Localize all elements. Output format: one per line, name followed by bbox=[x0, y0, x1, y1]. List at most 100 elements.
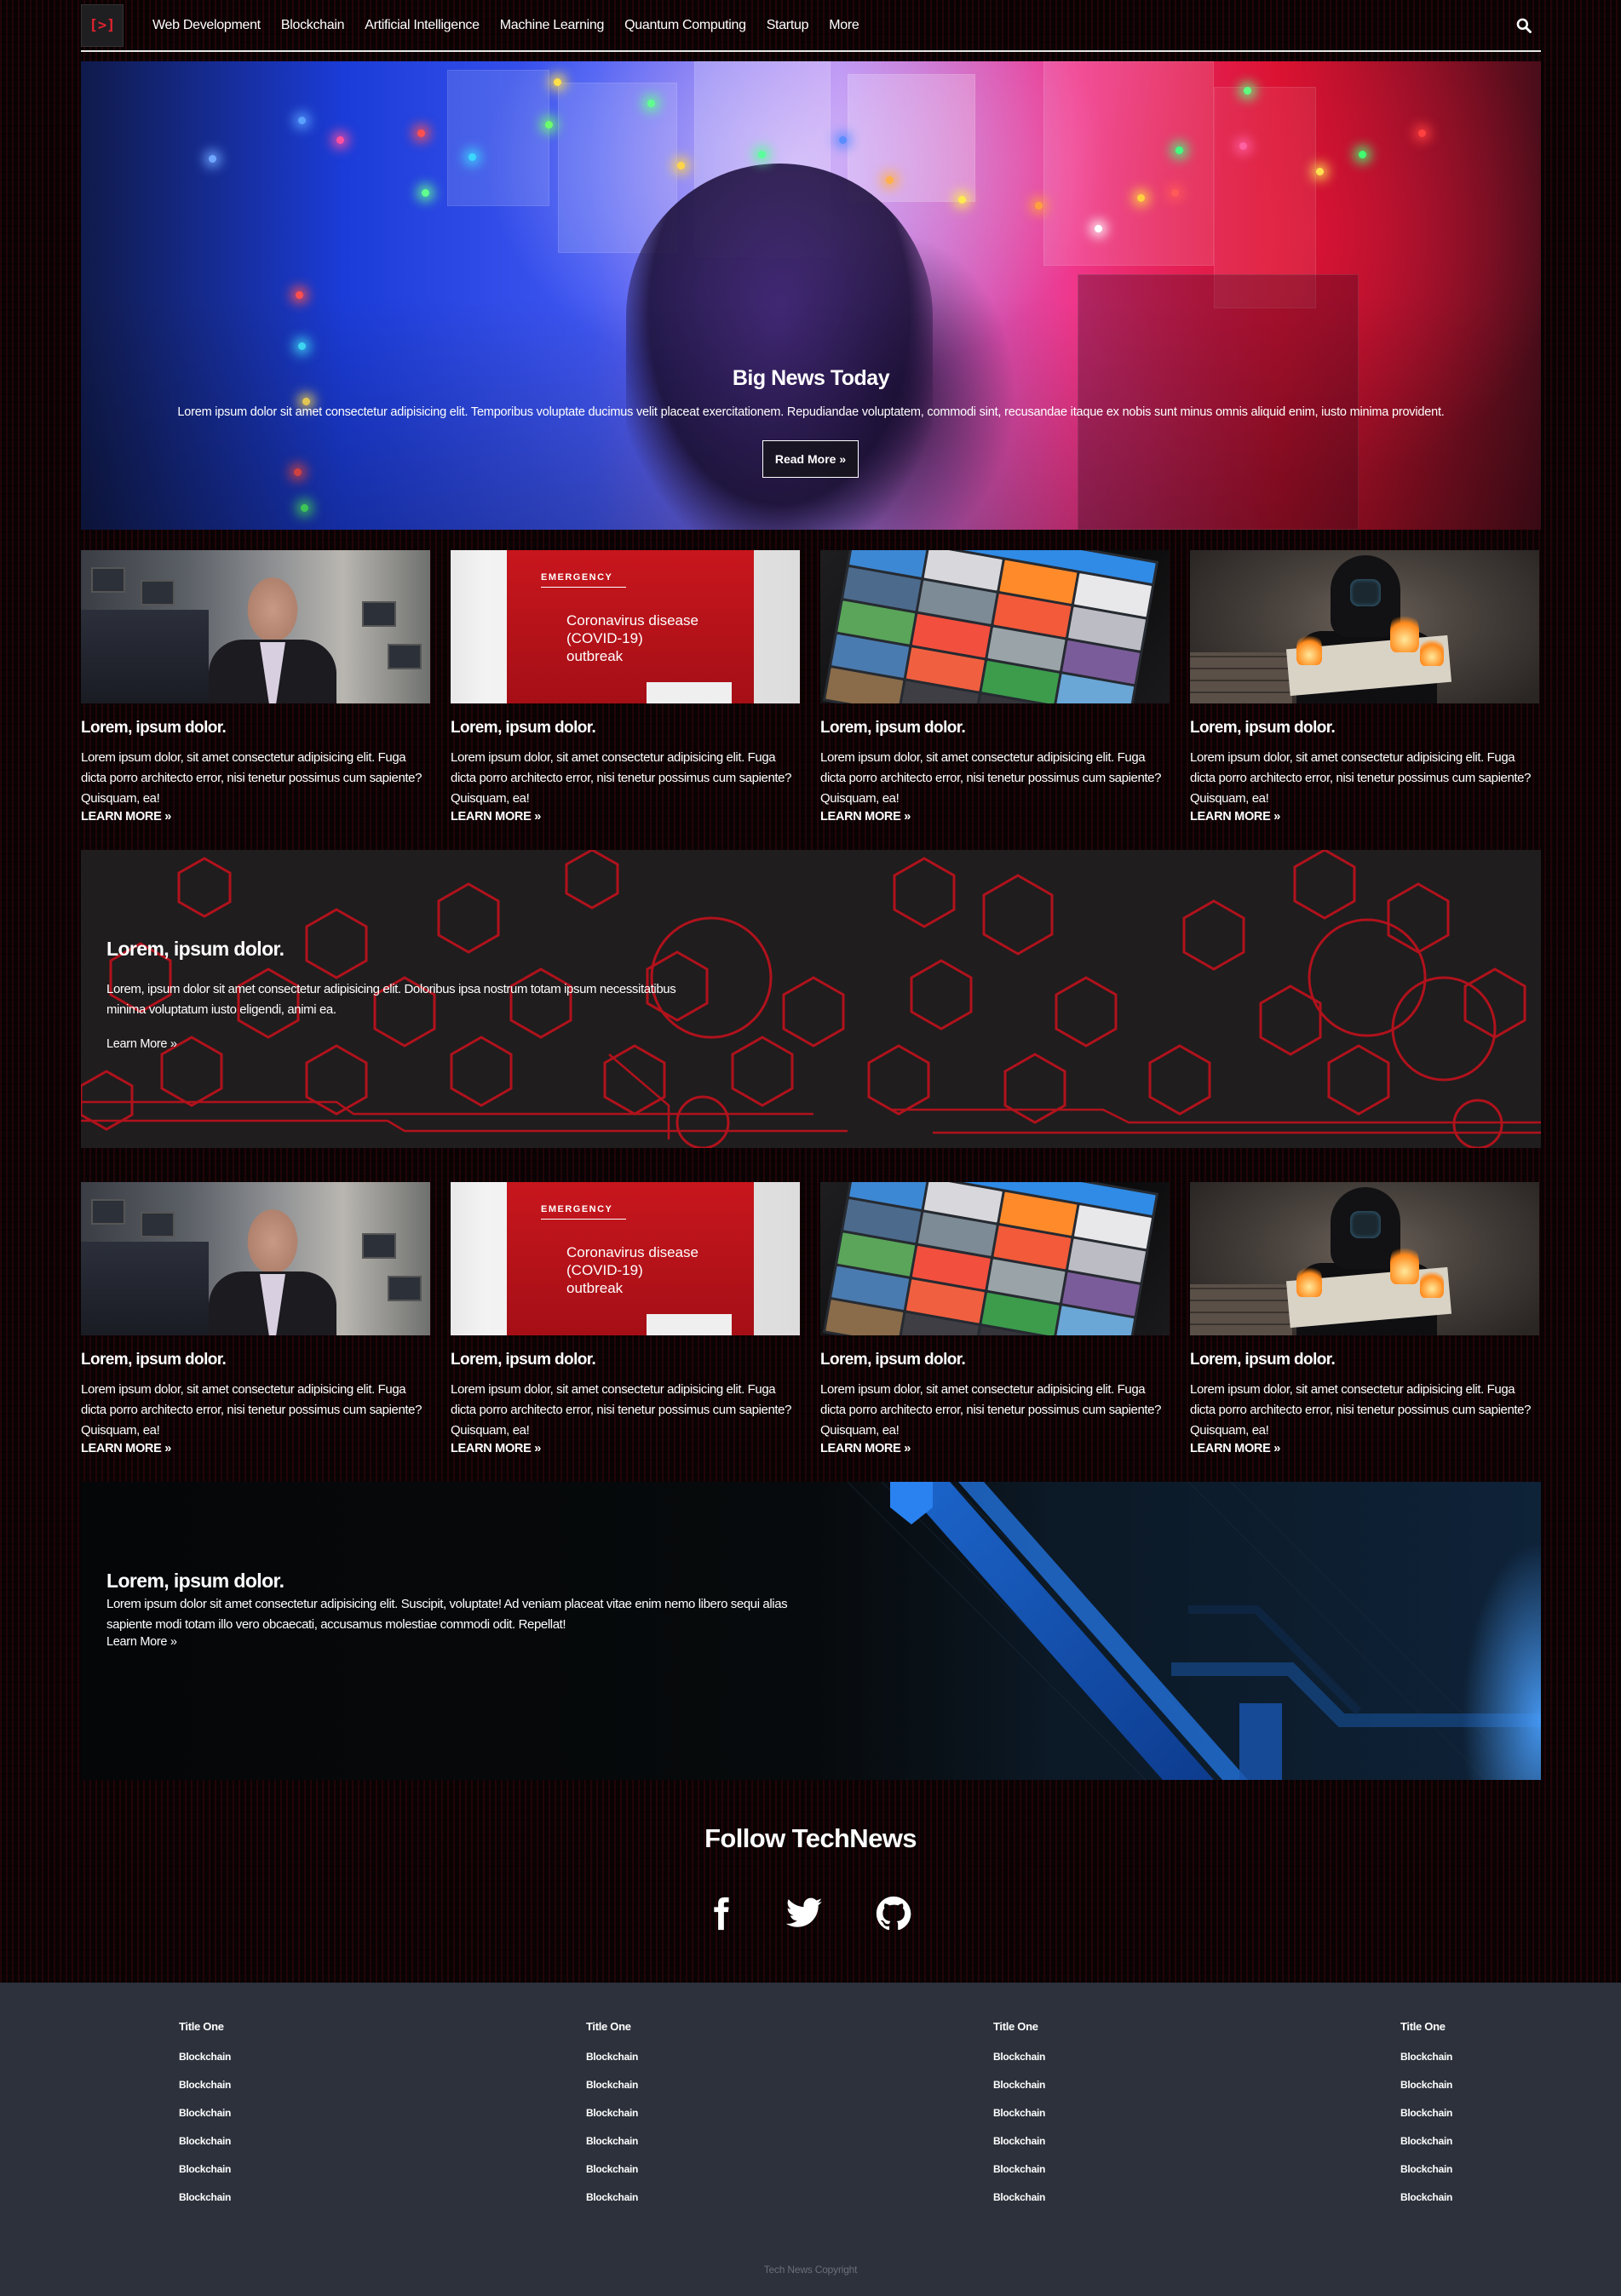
footer-column: Title One Blockchain Blockchain Blockcha… bbox=[993, 2020, 1164, 2206]
footer-link[interactable]: Blockchain bbox=[179, 2104, 349, 2121]
footer-link[interactable]: Blockchain bbox=[1400, 2076, 1571, 2093]
learn-more-link[interactable]: LEARN MORE » bbox=[451, 810, 541, 824]
footer-column-title: Title One bbox=[179, 2020, 224, 2033]
footer-column-title: Title One bbox=[586, 2020, 631, 2033]
card: Lorem, ipsum dolor. Lorem ipsum dolor, s… bbox=[81, 550, 430, 824]
footer-link[interactable]: Blockchain bbox=[586, 2048, 756, 2065]
card-text: Lorem ipsum dolor, sit amet consectetur … bbox=[820, 1382, 1162, 1438]
read-more-button[interactable]: Read More » bbox=[762, 440, 859, 478]
card: Lorem, ipsum dolor. Lorem ipsum dolor, s… bbox=[1190, 550, 1539, 824]
card-title: Lorem, ipsum dolor. bbox=[820, 1351, 966, 1369]
footer-link[interactable]: Blockchain bbox=[1400, 2189, 1571, 2206]
twitter-icon[interactable] bbox=[783, 1892, 825, 1935]
card-text: Lorem ipsum dolor, sit amet consectetur … bbox=[820, 750, 1162, 806]
card-title: Lorem, ipsum dolor. bbox=[451, 719, 596, 737]
footer-link[interactable]: Blockchain bbox=[1400, 2132, 1571, 2150]
hero-banner: Big News Today Lorem ipsum dolor sit ame… bbox=[81, 61, 1541, 530]
facebook-icon[interactable] bbox=[699, 1892, 742, 1935]
banner-text: Lorem ipsum dolor sit amet consectetur a… bbox=[106, 1597, 788, 1632]
follow-title: Follow TechNews bbox=[704, 1823, 917, 1853]
card-title: Lorem, ipsum dolor. bbox=[1190, 1351, 1336, 1369]
footer-link[interactable]: Blockchain bbox=[993, 2076, 1164, 2093]
brand-logo[interactable]: [>] bbox=[81, 3, 124, 47]
footer-link[interactable]: Blockchain bbox=[179, 2189, 349, 2206]
footer-link[interactable]: Blockchain bbox=[993, 2161, 1164, 2178]
card-title: Lorem, ipsum dolor. bbox=[820, 719, 966, 737]
covid-sign-caption: Coronavirus disease (COVID-19) outbreak bbox=[566, 612, 698, 664]
card-text: Lorem ipsum dolor, sit amet consectetur … bbox=[81, 1382, 422, 1438]
footer-link[interactable]: Blockchain bbox=[586, 2104, 756, 2121]
card-title: Lorem, ipsum dolor. bbox=[81, 719, 227, 737]
card-text: Lorem ipsum dolor, sit amet consectetur … bbox=[1190, 1382, 1532, 1438]
hero-title: Big News Today bbox=[732, 366, 890, 390]
nav-item-web-development[interactable]: Web Development bbox=[152, 18, 261, 33]
footer-column: Title One Blockchain Blockchain Blockcha… bbox=[1400, 2020, 1571, 2206]
footer-link[interactable]: Blockchain bbox=[1400, 2104, 1571, 2121]
footer-link[interactable]: Blockchain bbox=[1400, 2048, 1571, 2065]
footer-link[interactable]: Blockchain bbox=[586, 2132, 756, 2150]
learn-more-link[interactable]: LEARN MORE » bbox=[820, 810, 911, 824]
footer-link[interactable]: Blockchain bbox=[586, 2161, 756, 2178]
learn-more-link[interactable]: LEARN MORE » bbox=[451, 1442, 541, 1455]
card: Lorem, ipsum dolor. Lorem ipsum dolor, s… bbox=[1190, 1182, 1539, 1456]
cards-row-1: Lorem, ipsum dolor. Lorem ipsum dolor, s… bbox=[81, 550, 1541, 840]
nav-item-artificial-intelligence[interactable]: Artificial Intelligence bbox=[365, 18, 480, 33]
learn-more-link[interactable]: LEARN MORE » bbox=[81, 810, 171, 824]
github-icon[interactable] bbox=[872, 1892, 915, 1935]
footer-link[interactable]: Blockchain bbox=[586, 2189, 756, 2206]
footer-link[interactable]: Blockchain bbox=[179, 2048, 349, 2065]
card-text: Lorem ipsum dolor, sit amet consectetur … bbox=[1190, 750, 1532, 806]
learn-more-link[interactable]: LEARN MORE » bbox=[1190, 1442, 1280, 1455]
footer-link[interactable]: Blockchain bbox=[993, 2104, 1164, 2121]
footer-link[interactable]: Blockchain bbox=[993, 2132, 1164, 2150]
hexagon-banner: Lorem, ipsum dolor. Lorem, ipsum dolor s… bbox=[81, 850, 1541, 1148]
banner-title: Lorem, ipsum dolor. bbox=[106, 1570, 285, 1592]
covid-sign-label: EMERGENCY bbox=[541, 1204, 613, 1214]
banner-title: Lorem, ipsum dolor. bbox=[106, 938, 285, 960]
footer-link[interactable]: Blockchain bbox=[993, 2048, 1164, 2065]
footer: Title One Blockchain Blockchain Blockcha… bbox=[0, 1983, 1621, 2296]
nav-item-more[interactable]: More bbox=[829, 18, 859, 33]
nav-item-blockchain[interactable]: Blockchain bbox=[281, 18, 345, 33]
nav-item-quantum-computing[interactable]: Quantum Computing bbox=[624, 18, 746, 33]
card-text: Lorem ipsum dolor, sit amet consectetur … bbox=[451, 1382, 792, 1438]
covid-sign-label: EMERGENCY bbox=[541, 572, 613, 583]
footer-link[interactable]: Blockchain bbox=[586, 2076, 756, 2093]
speaker-photo bbox=[81, 550, 430, 703]
card: EMERGENCY Coronavirus disease (COVID-19)… bbox=[451, 1182, 800, 1456]
learn-more-link[interactable]: LEARN MORE » bbox=[820, 1442, 911, 1455]
footer-column-title: Title One bbox=[1400, 2020, 1446, 2033]
learn-more-link[interactable]: Learn More » bbox=[106, 1635, 813, 1649]
learn-more-link[interactable]: Learn More » bbox=[106, 1037, 686, 1051]
footer-link[interactable]: Blockchain bbox=[179, 2132, 349, 2150]
footer-link[interactable]: Blockchain bbox=[1400, 2161, 1571, 2178]
footer-link[interactable]: Blockchain bbox=[179, 2161, 349, 2178]
hero-description: Lorem ipsum dolor sit amet consectetur a… bbox=[177, 405, 1445, 419]
tablet-photo bbox=[820, 1182, 1170, 1335]
banner-text: Lorem, ipsum dolor sit amet consectetur … bbox=[106, 982, 676, 1017]
nav-item-machine-learning[interactable]: Machine Learning bbox=[500, 18, 605, 33]
card-title: Lorem, ipsum dolor. bbox=[451, 1351, 596, 1369]
learn-more-link[interactable]: LEARN MORE » bbox=[1190, 810, 1280, 824]
card: Lorem, ipsum dolor. Lorem ipsum dolor, s… bbox=[820, 550, 1170, 824]
footer-link[interactable]: Blockchain bbox=[993, 2189, 1164, 2206]
card: Lorem, ipsum dolor. Lorem ipsum dolor, s… bbox=[81, 1182, 430, 1456]
learn-more-link[interactable]: LEARN MORE » bbox=[81, 1442, 171, 1455]
nav-item-startup[interactable]: Startup bbox=[767, 18, 809, 33]
circuit-banner: Lorem, ipsum dolor. Lorem ipsum dolor si… bbox=[81, 1482, 1541, 1780]
hacker-photo bbox=[1190, 1182, 1539, 1335]
tablet-photo bbox=[820, 550, 1170, 703]
card: EMERGENCY Coronavirus disease (COVID-19)… bbox=[451, 550, 800, 824]
speaker-photo bbox=[81, 1182, 430, 1335]
covid-sign-photo: EMERGENCY Coronavirus disease (COVID-19)… bbox=[451, 550, 800, 703]
footer-column: Title One Blockchain Blockchain Blockcha… bbox=[179, 2020, 349, 2206]
card-title: Lorem, ipsum dolor. bbox=[1190, 719, 1336, 737]
footer-column: Title One Blockchain Blockchain Blockcha… bbox=[586, 2020, 756, 2206]
covid-sign-caption: Coronavirus disease (COVID-19) outbreak bbox=[566, 1244, 698, 1296]
nav-links: Web Development Blockchain Artificial In… bbox=[152, 18, 859, 33]
card-text: Lorem ipsum dolor, sit amet consectetur … bbox=[81, 750, 422, 806]
footer-link[interactable]: Blockchain bbox=[179, 2076, 349, 2093]
card-text: Lorem ipsum dolor, sit amet consectetur … bbox=[451, 750, 792, 806]
search-icon[interactable] bbox=[1515, 17, 1532, 34]
footer-column-title: Title One bbox=[993, 2020, 1038, 2033]
